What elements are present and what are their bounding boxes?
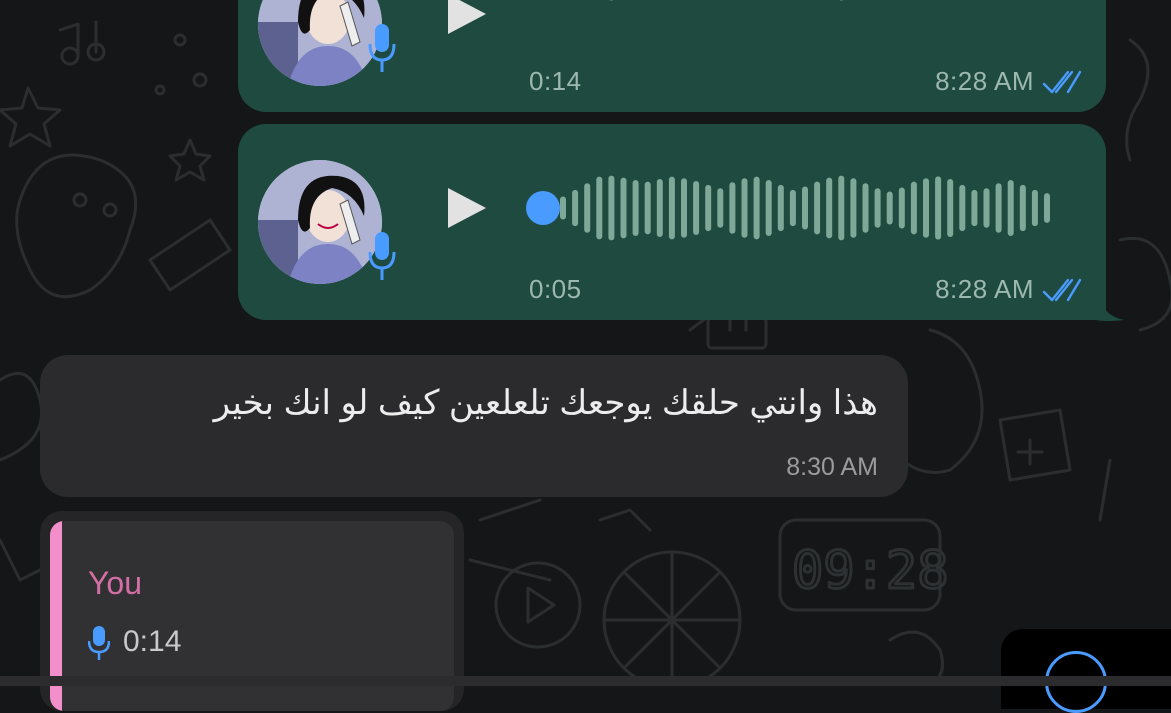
waveform-bar [754, 177, 760, 240]
playback-dot[interactable] [526, 191, 560, 225]
waveform-bar [996, 183, 1002, 233]
waveform-bar [572, 190, 578, 226]
message-text: هذا وانتي حلقك يوجعك تلعلعين كيف لو انك … [214, 383, 878, 423]
waveform-bar [971, 190, 977, 226]
waveform-bar [1044, 193, 1050, 223]
play-icon[interactable] [444, 0, 488, 36]
waveform-bar [657, 179, 663, 237]
voice-waveform[interactable] [526, 0, 1056, 24]
double-check-icon [1042, 70, 1082, 94]
message-time: 8:30 AM [786, 453, 878, 482]
waveform-bar [778, 185, 784, 231]
voice-message-bubble[interactable]: 0:14 8:28 AM [238, 0, 1106, 112]
waveform-bar [1020, 185, 1026, 231]
bubble-tail [1096, 290, 1126, 322]
waveform-bar [863, 183, 869, 233]
bottom-edge [0, 676, 1171, 686]
waveform-bar [838, 176, 844, 241]
waveform-bar [608, 176, 614, 241]
message-time: 8:28 AM [935, 66, 1034, 97]
message-time: 8:28 AM [935, 274, 1034, 305]
waveform-bar [766, 180, 772, 236]
waveform-bar [717, 188, 723, 228]
waveform-bar [608, 0, 614, 1]
sender-avatar [258, 160, 382, 284]
voice-waveform[interactable] [526, 174, 1056, 242]
voice-message-bubble[interactable]: 0:05 8:28 AM [238, 124, 1106, 320]
svg-text:09:28: 09:28 [792, 541, 949, 601]
microphone-icon [368, 230, 396, 282]
voice-duration: 0:14 [529, 66, 582, 97]
text-message-bubble[interactable]: هذا وانتي حلقك يوجعك تلعلعين كيف لو انك … [40, 355, 908, 497]
waveform-bar [729, 182, 735, 233]
microphone-icon [368, 22, 396, 74]
waveform-bar [681, 178, 687, 237]
waveform-bar [850, 178, 856, 237]
waveform-bar [984, 188, 990, 228]
waveform-bar [802, 187, 808, 230]
waveform-bar [826, 178, 832, 239]
waveform-bar [693, 181, 699, 235]
waveform-bar [1008, 180, 1014, 236]
waveform-bar [790, 190, 796, 226]
waveform-bar [596, 177, 602, 240]
voice-duration: 0:05 [529, 274, 582, 305]
waveform-bar [633, 180, 639, 236]
waveform-bar [935, 176, 941, 239]
waveform-bar [959, 185, 965, 231]
double-check-icon [1042, 278, 1082, 302]
waveform-bar [645, 182, 651, 235]
waveform-bar [621, 178, 627, 239]
waveform-bar [923, 178, 929, 237]
waveform-bar [584, 183, 590, 233]
waveform-bar [887, 192, 893, 225]
waveform-bar [838, 0, 844, 1]
waveform-bar [947, 179, 953, 237]
microphone-icon [88, 625, 110, 661]
quoted-duration: 0:14 [123, 625, 181, 659]
waveform-bar [1032, 190, 1038, 226]
sender-avatar [258, 0, 382, 86]
waveform-bar [899, 188, 905, 229]
play-icon[interactable] [444, 186, 488, 230]
waveform-bar [814, 182, 820, 235]
waveform-bar [669, 177, 675, 240]
quoted-sender: You [88, 565, 142, 602]
scroll-down-button[interactable] [1001, 629, 1171, 709]
waveform-bar [705, 185, 711, 231]
waveform-bar [742, 178, 748, 237]
waveform-bar [875, 188, 881, 228]
waveform-bar [911, 182, 917, 235]
waveform-bar [560, 196, 566, 219]
